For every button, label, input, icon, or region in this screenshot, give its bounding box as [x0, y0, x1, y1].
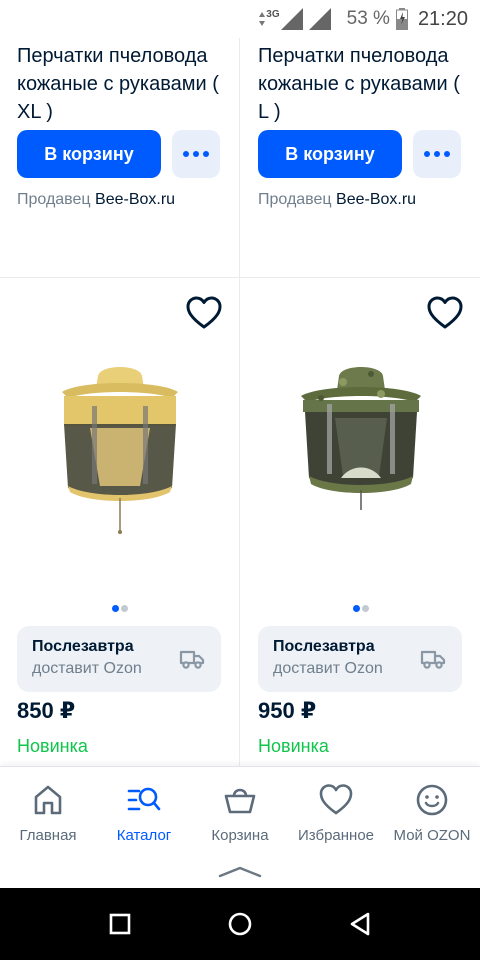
- delivery-info: Послезавтра доставит Ozon: [258, 626, 462, 692]
- nav-item-my-ozon[interactable]: Мой OZON: [384, 767, 480, 856]
- product-card[interactable]: Перчатки пчеловода кожаные с рукавами ( …: [0, 38, 240, 277]
- basket-icon: [224, 788, 256, 814]
- back-icon[interactable]: [346, 910, 374, 938]
- home-circle-icon[interactable]: [226, 910, 254, 938]
- delivery-info: Послезавтра доставит Ozon: [17, 626, 221, 692]
- beekeeper-hat-yellow-image[interactable]: [40, 358, 200, 558]
- truck-icon: [179, 650, 205, 669]
- seller-name[interactable]: Bee-Box.ru: [95, 191, 175, 208]
- more-options-button[interactable]: [413, 130, 461, 178]
- nav-item-catalog[interactable]: Каталог: [96, 767, 192, 856]
- mobile-signal: 3G: [258, 8, 331, 30]
- image-pager: [0, 605, 240, 612]
- more-options-button[interactable]: [172, 130, 220, 178]
- page-dot-active: [112, 605, 119, 612]
- dot: [183, 151, 189, 157]
- battery-icon: [395, 8, 408, 30]
- bottom-navigation: Главная Каталог Корзина Избранное Мой OZ…: [0, 766, 480, 856]
- clock: 21:20: [417, 7, 468, 30]
- dot: [424, 151, 430, 157]
- nav-label: Главная: [19, 827, 77, 844]
- product-card[interactable]: Послезавтра доставит Ozon 850 ₽ Новинка: [0, 278, 240, 766]
- nav-item-home[interactable]: Главная: [0, 767, 96, 856]
- delivery-date: Послезавтра: [32, 638, 134, 655]
- nav-label: Корзина: [211, 827, 269, 844]
- sheet-handle[interactable]: [0, 856, 480, 888]
- page-dot: [362, 605, 369, 612]
- page-dot: [121, 605, 128, 612]
- add-to-cart-button[interactable]: В корзину: [258, 130, 402, 178]
- network-type: 3G: [266, 8, 280, 20]
- seller-info[interactable]: Продавец Bee-Box.ru: [258, 191, 416, 209]
- data-arrows-icon: [259, 12, 266, 26]
- favorite-heart-icon[interactable]: [186, 296, 222, 330]
- product-card[interactable]: Послезавтра доставит Ozon 950 ₽ Новинка: [241, 278, 480, 766]
- smiley-icon: [416, 784, 448, 816]
- dot: [193, 151, 199, 157]
- system-navigation-bar: [0, 888, 480, 960]
- product-title[interactable]: Перчатки пчеловода кожаные с рукавами ( …: [258, 42, 473, 126]
- product-grid: Перчатки пчеловода кожаные с рукавами ( …: [0, 38, 480, 766]
- nav-label: Каталог: [116, 827, 172, 844]
- battery-percent: 53 %: [346, 8, 390, 29]
- nav-item-favorites[interactable]: Избранное: [288, 767, 384, 856]
- nav-item-cart[interactable]: Корзина: [192, 767, 288, 856]
- dot: [203, 151, 209, 157]
- delivery-provider: доставит Ozon: [273, 660, 383, 677]
- signal-icon-1: [280, 8, 303, 30]
- delivery-date: Послезавтра: [273, 638, 375, 655]
- chevron-up-icon: [218, 866, 262, 878]
- catalog-search-icon: [127, 787, 161, 811]
- favorite-heart-icon[interactable]: [427, 296, 463, 330]
- product-title[interactable]: Перчатки пчеловода кожаные с рукавами ( …: [17, 42, 232, 126]
- seller-name[interactable]: Bee-Box.ru: [336, 191, 416, 208]
- price: 950 ₽: [258, 698, 317, 723]
- nav-label: Избранное: [297, 827, 375, 844]
- add-to-cart-button[interactable]: В корзину: [17, 130, 161, 178]
- product-card[interactable]: Перчатки пчеловода кожаные с рукавами ( …: [241, 38, 480, 277]
- delivery-provider: доставит Ozon: [32, 660, 142, 677]
- new-badge: Новинка: [258, 736, 329, 756]
- new-badge: Новинка: [17, 736, 88, 756]
- recent-apps-icon[interactable]: [106, 910, 134, 938]
- status-bar: 3G 53 % 21:20: [0, 0, 480, 38]
- beekeeper-hat-camo-image[interactable]: [281, 358, 441, 558]
- signal-icon-2: [308, 8, 331, 30]
- heart-icon: [319, 784, 353, 815]
- seller-info[interactable]: Продавец Bee-Box.ru: [17, 191, 175, 209]
- home-icon: [34, 785, 62, 815]
- nav-label: Мой OZON: [393, 827, 471, 844]
- dot: [444, 151, 450, 157]
- seller-prefix: Продавец: [17, 191, 91, 208]
- page-dot-active: [353, 605, 360, 612]
- truck-icon: [420, 650, 446, 669]
- dot: [434, 151, 440, 157]
- image-pager: [241, 605, 480, 612]
- price: 850 ₽: [17, 698, 76, 723]
- seller-prefix: Продавец: [258, 191, 332, 208]
